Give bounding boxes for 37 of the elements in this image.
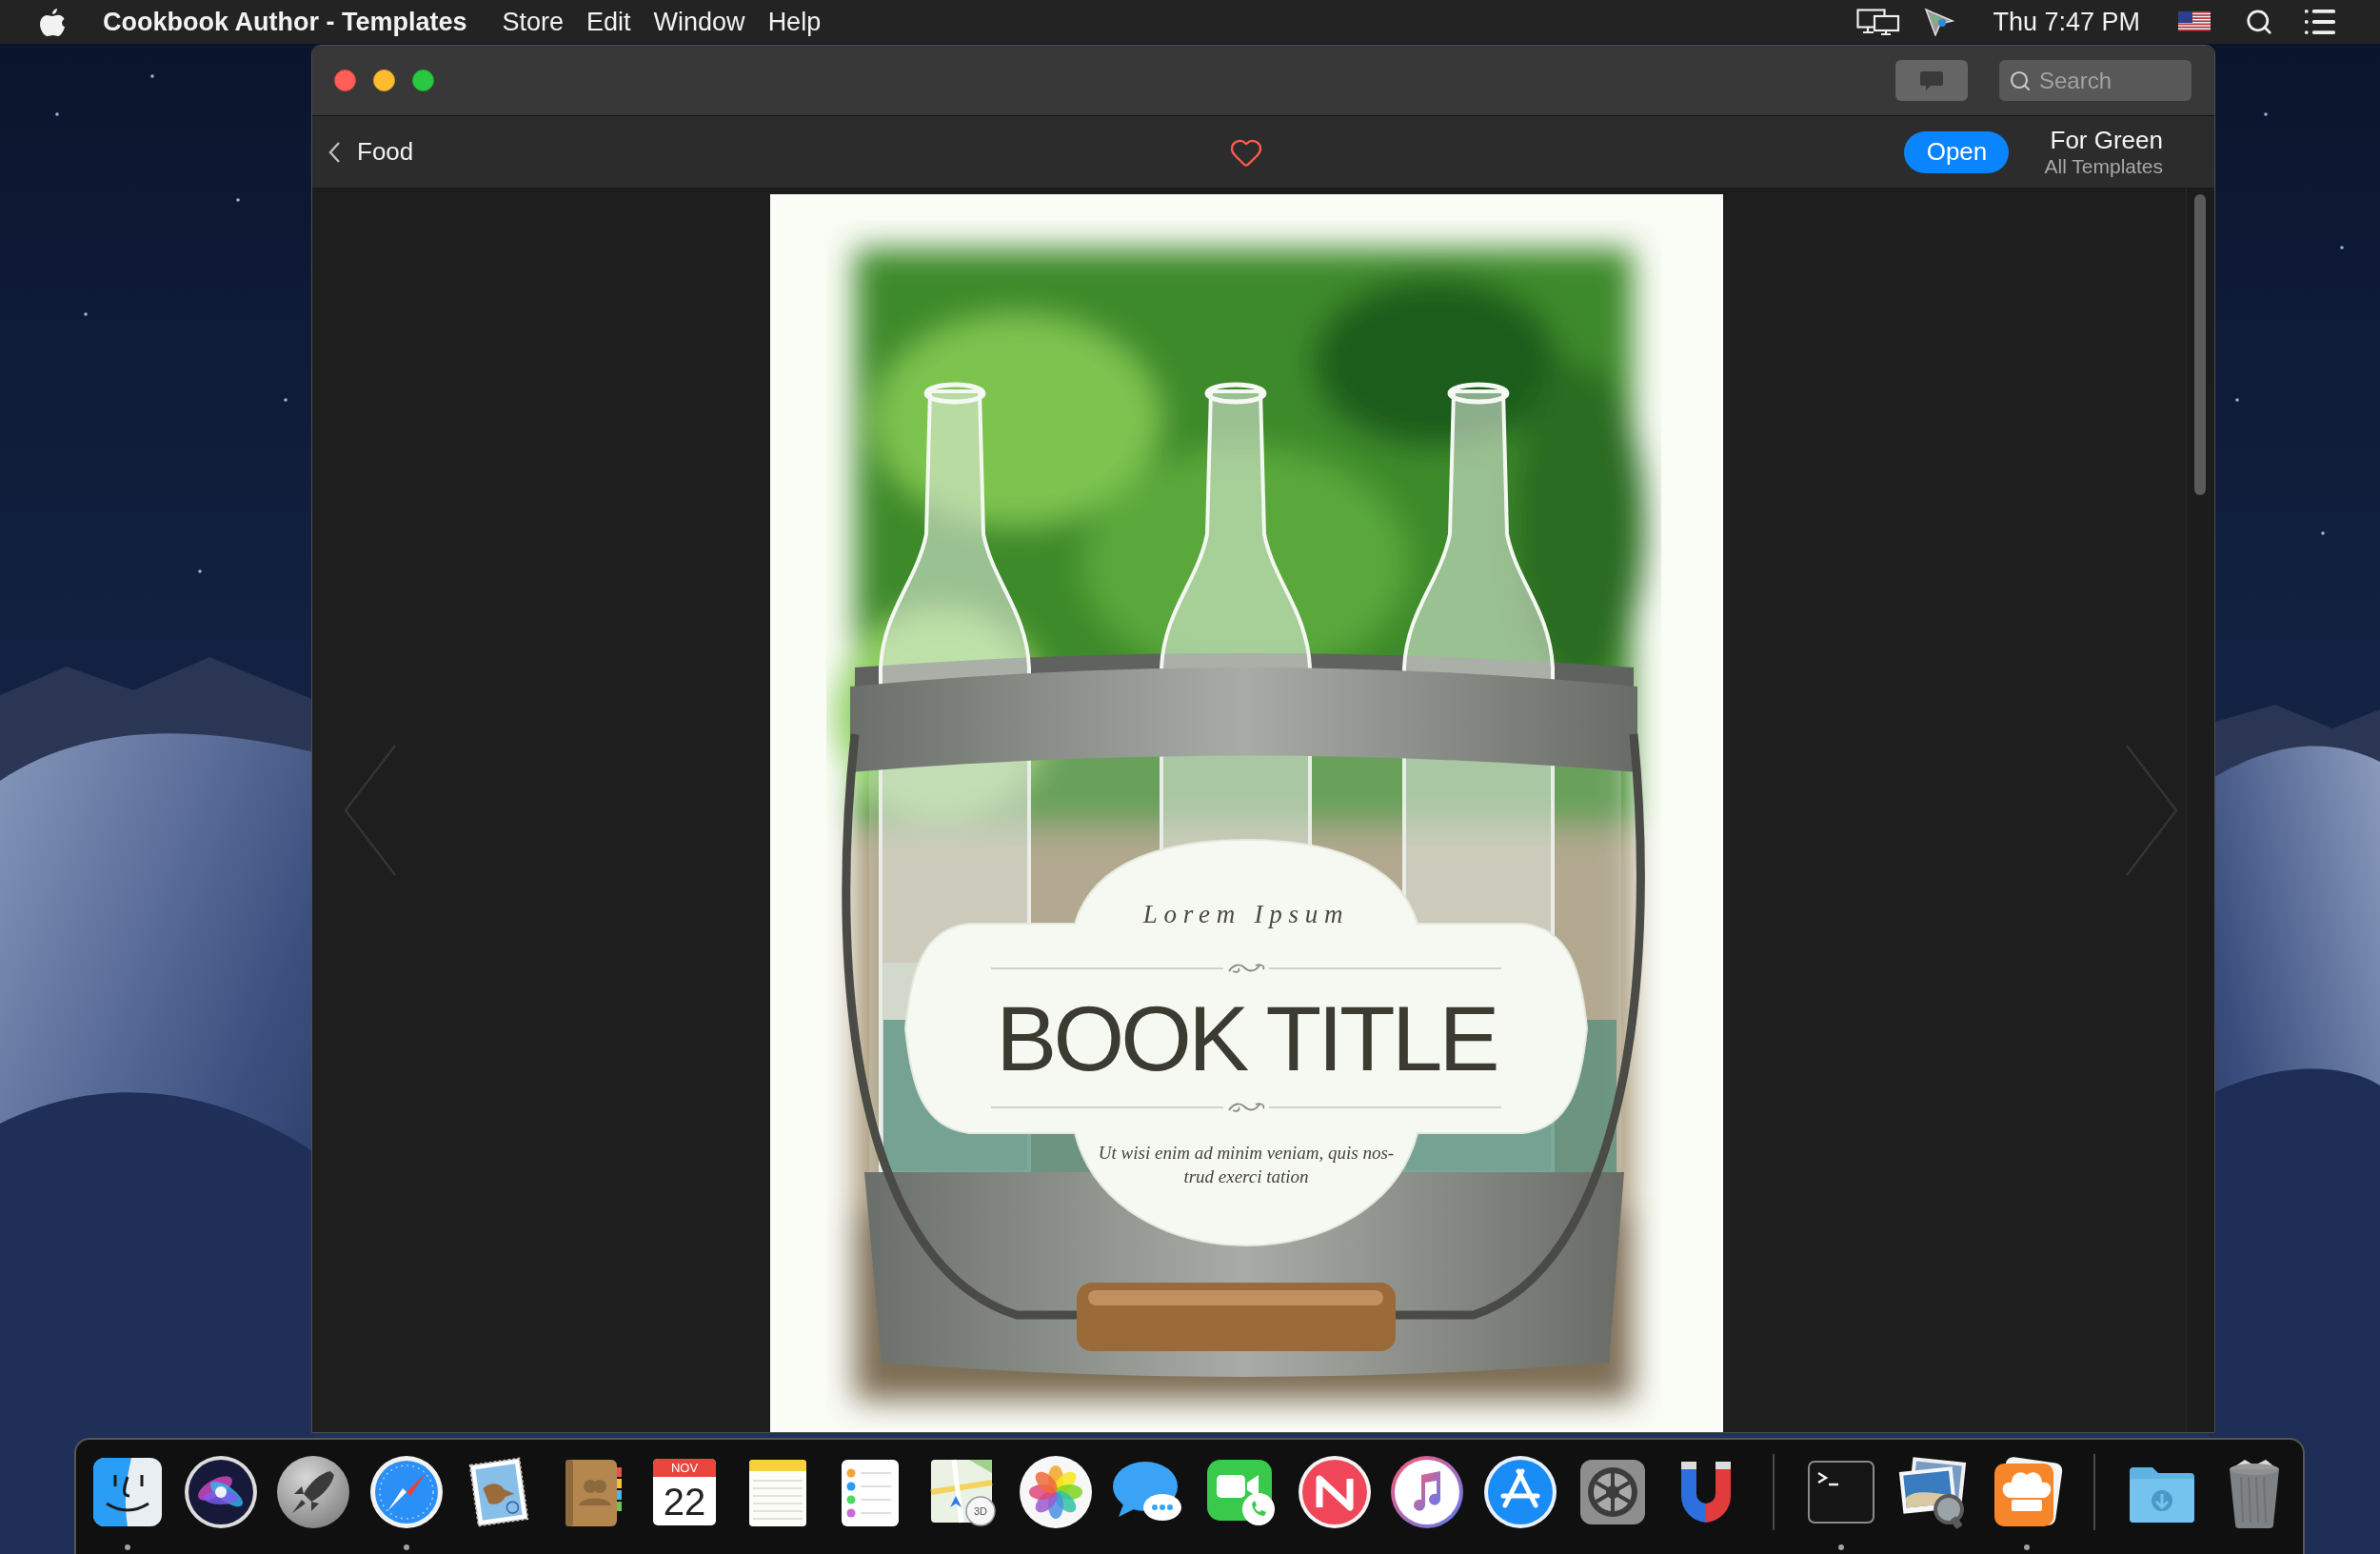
template-name: For Green [2050, 126, 2163, 154]
flag-icon[interactable] [2178, 11, 2211, 32]
cursor-icon[interactable] [1924, 8, 1955, 36]
scrollbar-thumb[interactable] [2194, 194, 2206, 495]
zoom-button[interactable] [412, 70, 434, 91]
map-badge-text: 3D [973, 1505, 987, 1517]
compass-icon[interactable] [367, 1454, 445, 1530]
template-group[interactable]: All Templates [2044, 153, 2163, 178]
menu-item[interactable]: Edit [586, 2, 631, 42]
apple-icon[interactable] [39, 7, 66, 37]
rocket-icon[interactable] [275, 1454, 351, 1530]
music-note-icon[interactable] [1389, 1454, 1465, 1530]
menu-clock[interactable]: Thu 7:47 PM [1993, 2, 2140, 42]
app-menu[interactable]: Cookbook Author - Templates [103, 2, 467, 42]
menu-item[interactable]: Window [653, 2, 745, 42]
monitors-icon[interactable] [1856, 9, 1901, 35]
menu-item[interactable]: Store [502, 2, 565, 42]
open-button[interactable]: Open [1904, 130, 2010, 173]
flower-icon[interactable] [1018, 1454, 1094, 1530]
search-icon [2009, 69, 2032, 92]
search-field[interactable]: Search [1999, 60, 2192, 101]
menu-item[interactable]: Help [767, 2, 822, 42]
calendar-icon[interactable]: NOV 22 [653, 1459, 716, 1525]
a-shape-icon[interactable] [1481, 1454, 1558, 1530]
calendar-day: 22 [653, 1477, 716, 1525]
cover-title: BOOK TITLE [996, 993, 1497, 1085]
speech-bubble-icon [1919, 70, 1944, 91]
search-icon[interactable] [2245, 8, 2273, 36]
minimize-button[interactable] [373, 70, 395, 91]
back-button[interactable]: Food [328, 133, 414, 170]
chevron-left-icon [328, 140, 341, 164]
close-button[interactable] [334, 70, 356, 91]
glowing-orb-icon[interactable] [182, 1454, 259, 1530]
cover-subtitle: Ut wisi enim ad minim veniam, quis nos-trud exerci tation [1097, 1142, 1396, 1188]
calendar-month: NOV [653, 1459, 716, 1477]
slanted-n-icon[interactable] [1296, 1454, 1373, 1530]
cover-eyebrow: Lorem Ipsum [1142, 899, 1350, 930]
